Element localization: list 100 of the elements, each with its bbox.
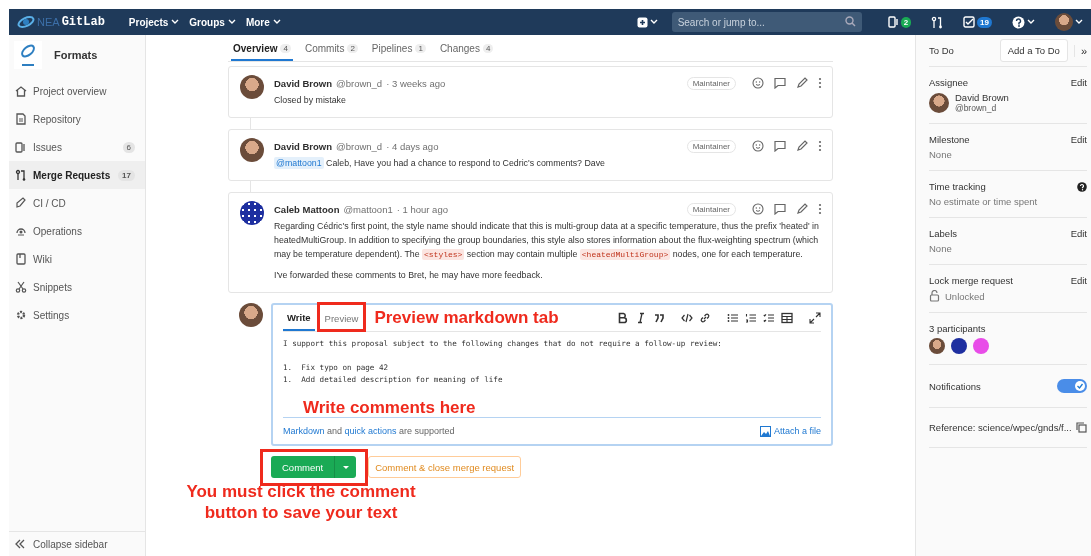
unlocked-padlock-icon [929, 290, 940, 302]
project-name[interactable]: Formats [54, 49, 98, 61]
new-dropdown[interactable] [636, 16, 658, 28]
quote-icon[interactable] [653, 312, 665, 324]
count-badge: 6 [122, 141, 135, 153]
sidebar-item[interactable]: Wiki [9, 245, 145, 273]
sidebar-item[interactable]: Snippets [9, 273, 145, 301]
caret-icon [171, 19, 180, 25]
italic-icon[interactable] [635, 312, 647, 324]
caret-icon [1075, 19, 1083, 25]
todo-label: To Do [929, 45, 954, 56]
edit-link[interactable]: Edit [1070, 134, 1087, 145]
kebab-menu-icon[interactable] [818, 203, 822, 215]
user-menu[interactable] [1055, 13, 1083, 31]
section-title: Notifications [929, 380, 981, 392]
count-badge: 17 [118, 169, 135, 181]
nav-menu[interactable]: More [245, 16, 281, 28]
code-icon[interactable] [681, 312, 693, 324]
todos-link[interactable]: 19 [963, 16, 992, 28]
section-value: None [929, 243, 953, 254]
count-badge: 2 [900, 16, 912, 28]
notifications-toggle[interactable] [1057, 379, 1087, 393]
sidebar-item[interactable]: Project overview [9, 77, 145, 105]
editor-tab[interactable]: Write [283, 305, 315, 331]
add-todo-button[interactable]: Add a To Do [999, 39, 1068, 62]
tab[interactable]: Pipelines 1 [369, 35, 428, 61]
nav-menu[interactable]: Projects [128, 16, 180, 28]
username[interactable]: @brown_d [336, 77, 383, 89]
sidebar-item[interactable]: Operations [9, 217, 145, 245]
section-title: 3 participants [929, 323, 986, 334]
collapse-sidebar-button[interactable]: » [1073, 44, 1087, 57]
task-list-icon[interactable] [763, 312, 775, 324]
help-icon[interactable] [1077, 181, 1087, 192]
smiley-icon[interactable] [752, 203, 764, 215]
timestamp: · 1 hour ago [396, 203, 448, 215]
link[interactable]: Markdown [283, 426, 325, 436]
section-value: None [929, 149, 953, 160]
comment-text: Regarding Cédric's first point, the style name should indicate that this is multi-group data at a specific temperature, thus the prefix 'heated' in heatedMultiGroup. In addition to specifying the group boundaries, this style also stores information about the flux-weighting spectrum (which may be temperature dependent). The <styles> section may contain multiple <heatedMultiGroup> nodes, one for each temperature. [274, 220, 820, 262]
numbered-list-icon[interactable] [745, 312, 757, 324]
edit-link[interactable]: Edit [1070, 228, 1087, 239]
count-badge: 1 [415, 43, 426, 53]
caret-icon [649, 19, 658, 25]
timestamp: · 3 weeks ago [386, 77, 446, 89]
sidebar-item[interactable]: Repository [9, 105, 145, 133]
copy-icon[interactable] [1076, 422, 1087, 433]
table-icon[interactable] [781, 312, 793, 324]
nav-menu[interactable]: Groups [189, 16, 236, 28]
tab[interactable]: Commits 2 [302, 35, 360, 61]
scissors-icon [15, 281, 27, 293]
username[interactable]: @mattoon1 [343, 203, 393, 215]
attach-file-link[interactable]: Attach a file [759, 425, 821, 437]
pencil-icon[interactable] [796, 77, 808, 89]
author-name[interactable]: David Brown [274, 77, 333, 89]
sidebar-item[interactable]: Merge Requests 17 [9, 161, 145, 189]
edit-link[interactable]: Edit [1070, 77, 1087, 88]
section-title: Assignee [929, 77, 969, 88]
author-name[interactable]: David Brown [274, 140, 333, 152]
smiley-icon[interactable] [752, 77, 764, 89]
section-value: No estimate or time spent [929, 196, 1039, 207]
bullet-list-icon[interactable] [727, 312, 739, 324]
link[interactable]: quick actions [344, 426, 397, 436]
avatar [1055, 13, 1073, 31]
user-mention-link[interactable]: @mattoon1 [274, 157, 324, 169]
comment-icon[interactable] [774, 140, 786, 152]
timestamp: · 4 days ago [386, 140, 439, 152]
help-dropdown[interactable] [1012, 15, 1035, 29]
bold-icon[interactable] [617, 312, 629, 324]
kebab-menu-icon[interactable] [818, 140, 822, 152]
pencil-icon[interactable] [796, 140, 808, 152]
fullscreen-icon[interactable] [809, 312, 821, 324]
logo-icon[interactable] [17, 14, 35, 30]
username[interactable]: @brown_d [336, 140, 383, 152]
logo-text[interactable]: GitLab [61, 15, 105, 29]
tab[interactable]: Changes 4 [437, 35, 496, 61]
merge-request-icon[interactable] [931, 15, 944, 29]
comment-icon[interactable] [774, 203, 786, 215]
comment-icon[interactable] [774, 77, 786, 89]
help-icon [1012, 15, 1025, 29]
sidebar-item[interactable]: CI / CD [9, 189, 145, 217]
search-field[interactable]: Search or jump to... [671, 12, 862, 32]
assignee-name[interactable]: David Brown [955, 92, 1009, 103]
edit-link[interactable]: Edit [1070, 275, 1087, 286]
annotation-text: Preview markdown tab [374, 308, 559, 328]
author-name[interactable]: Caleb Mattoon [274, 203, 340, 215]
kebab-menu-icon[interactable] [818, 77, 822, 89]
count-badge: 19 [977, 16, 992, 28]
pencil-icon[interactable] [796, 203, 808, 215]
count-badge: 2 [347, 43, 358, 53]
tab[interactable]: Overview 4 [231, 35, 293, 61]
sidebar-item[interactable]: Settings [9, 301, 145, 329]
lock-status: Unlocked [945, 290, 985, 302]
home-icon [15, 85, 27, 97]
editor-tab[interactable]: Preview [320, 305, 363, 331]
smiley-icon[interactable] [752, 140, 764, 152]
sidebar-item[interactable]: Issues 6 [9, 133, 145, 161]
collapse-sidebar-button[interactable]: Collapse sidebar [9, 531, 145, 556]
link-icon[interactable] [699, 312, 711, 324]
avatar [240, 138, 264, 162]
identicon-avatar [951, 338, 967, 354]
caret-icon [342, 465, 349, 469]
